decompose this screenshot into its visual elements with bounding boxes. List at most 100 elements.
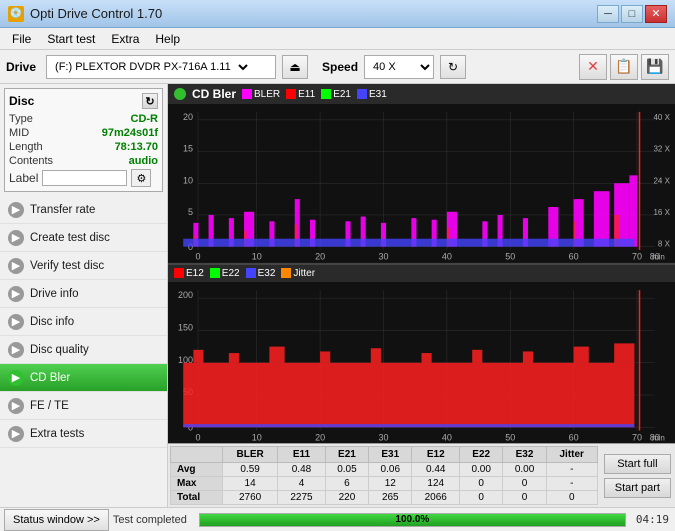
start-full-button[interactable]: Start full bbox=[604, 454, 671, 474]
svg-text:20: 20 bbox=[315, 432, 325, 442]
svg-text:0: 0 bbox=[195, 251, 200, 261]
menu-help[interactable]: Help bbox=[147, 30, 188, 48]
menu-file[interactable]: File bbox=[4, 30, 39, 48]
col-header-jitter: Jitter bbox=[546, 447, 597, 463]
stats-table: BLER E11 E21 E31 E12 E22 E32 Jitter Avg bbox=[170, 446, 598, 505]
sidebar-label-create-test-disc: Create test disc bbox=[30, 232, 110, 244]
total-e31: 265 bbox=[369, 491, 412, 505]
svg-text:16 X: 16 X bbox=[653, 208, 670, 217]
speed-label: Speed bbox=[322, 60, 358, 74]
bler-color bbox=[242, 89, 252, 99]
chart1-title: CD Bler bbox=[192, 87, 236, 101]
copy-button[interactable]: 📋 bbox=[610, 54, 638, 80]
chart1-icon bbox=[174, 88, 186, 100]
disc-length-row: Length 78:13.70 bbox=[9, 141, 158, 153]
svg-text:200: 200 bbox=[178, 290, 193, 300]
e21-color bbox=[321, 89, 331, 99]
total-jitter: 0 bbox=[546, 491, 597, 505]
e12-label: E12 bbox=[186, 268, 204, 279]
e31-color bbox=[357, 89, 367, 99]
drive-select-container[interactable]: (F:) PLEXTOR DVDR PX-716A 1.11 bbox=[46, 55, 276, 79]
disc-refresh-button[interactable]: ↻ bbox=[142, 93, 158, 109]
svg-text:40: 40 bbox=[442, 432, 452, 442]
sidebar-item-cd-bler[interactable]: ▶ CD Bler bbox=[0, 364, 167, 392]
menu-start-test[interactable]: Start test bbox=[39, 30, 103, 48]
menu-bar: File Start test Extra Help bbox=[0, 28, 675, 50]
max-label: Max bbox=[171, 477, 223, 491]
svg-text:150: 150 bbox=[178, 322, 193, 332]
drive-dropdown[interactable]: (F:) PLEXTOR DVDR PX-716A 1.11 bbox=[51, 60, 251, 74]
refresh-drive-button[interactable]: ↻ bbox=[440, 55, 466, 79]
sidebar-item-transfer-rate[interactable]: ▶ Transfer rate bbox=[0, 196, 167, 224]
chart1-svg: 0 5 10 15 20 0 10 20 30 40 50 60 70 80 bbox=[168, 104, 675, 263]
drive-bar: Drive (F:) PLEXTOR DVDR PX-716A 1.11 ⏏ S… bbox=[0, 50, 675, 84]
disc-label-input[interactable] bbox=[42, 170, 127, 186]
menu-extra[interactable]: Extra bbox=[103, 30, 147, 48]
disc-title: Disc bbox=[9, 94, 34, 108]
sidebar-item-verify-test-disc[interactable]: ▶ Verify test disc bbox=[0, 252, 167, 280]
sidebar-item-fe-te[interactable]: ▶ FE / TE bbox=[0, 392, 167, 420]
sidebar-item-create-test-disc[interactable]: ▶ Create test disc bbox=[0, 224, 167, 252]
extra-tests-icon: ▶ bbox=[8, 426, 24, 442]
disc-label-settings-button[interactable]: ⚙ bbox=[131, 169, 151, 187]
svg-text:70: 70 bbox=[632, 432, 642, 442]
app-title: Opti Drive Control 1.70 bbox=[30, 6, 162, 21]
col-header-bler: BLER bbox=[223, 447, 278, 463]
create-test-disc-icon: ▶ bbox=[8, 230, 24, 246]
max-e31: 12 bbox=[369, 477, 412, 491]
jitter-label: Jitter bbox=[293, 268, 315, 279]
sidebar: Disc ↻ Type CD-R MID 97m24s01f Length 78… bbox=[0, 84, 168, 507]
erase-button[interactable]: ✕ bbox=[579, 54, 607, 80]
sidebar-item-disc-quality[interactable]: ▶ Disc quality bbox=[0, 336, 167, 364]
speed-dropdown[interactable]: 40 X bbox=[364, 55, 434, 79]
total-e32: 0 bbox=[503, 491, 546, 505]
sidebar-item-disc-info[interactable]: ▶ Disc info bbox=[0, 308, 167, 336]
window-controls: ─ □ ✕ bbox=[597, 5, 667, 23]
drive-label: Drive bbox=[6, 60, 36, 74]
disc-label-row: Label ⚙ bbox=[9, 169, 158, 187]
e12-color bbox=[174, 268, 184, 278]
svg-text:15: 15 bbox=[183, 144, 193, 154]
disc-length-value: 78:13.70 bbox=[115, 141, 158, 153]
sidebar-item-drive-info[interactable]: ▶ Drive info bbox=[0, 280, 167, 308]
total-e12: 2066 bbox=[412, 491, 460, 505]
svg-text:5: 5 bbox=[188, 207, 193, 217]
verify-test-disc-icon: ▶ bbox=[8, 258, 24, 274]
chart2-section: E12 E22 E32 Jitter bbox=[168, 265, 675, 444]
e21-label: E21 bbox=[333, 89, 351, 100]
disc-type-value: CD-R bbox=[131, 113, 159, 125]
legend-e31: E31 bbox=[357, 89, 387, 100]
status-time: 04:19 bbox=[636, 513, 669, 526]
sidebar-label-disc-info: Disc info bbox=[30, 316, 74, 328]
svg-text:40 X: 40 X bbox=[653, 113, 670, 122]
close-button[interactable]: ✕ bbox=[645, 5, 667, 23]
minimize-button[interactable]: ─ bbox=[597, 5, 619, 23]
legend2-e22: E22 bbox=[210, 268, 240, 279]
disc-mid-value: 97m24s01f bbox=[102, 127, 158, 139]
sidebar-item-extra-tests[interactable]: ▶ Extra tests bbox=[0, 420, 167, 448]
eject-button[interactable]: ⏏ bbox=[282, 55, 308, 79]
chart1-canvas-container: 0 5 10 15 20 0 10 20 30 40 50 60 70 80 bbox=[168, 104, 675, 263]
col-header-e11: E11 bbox=[278, 447, 326, 463]
svg-text:min: min bbox=[652, 252, 665, 261]
sidebar-label-fe-te: FE / TE bbox=[30, 400, 69, 412]
title-bar: 💿 Opti Drive Control 1.70 ─ □ ✕ bbox=[0, 0, 675, 28]
main-layout: Disc ↻ Type CD-R MID 97m24s01f Length 78… bbox=[0, 84, 675, 507]
legend-bler: BLER bbox=[242, 89, 280, 100]
disc-contents-label: Contents bbox=[9, 155, 53, 167]
start-part-button[interactable]: Start part bbox=[604, 478, 671, 498]
total-label: Total bbox=[171, 491, 223, 505]
status-window-button[interactable]: Status window >> bbox=[4, 509, 109, 531]
sidebar-menu: ▶ Transfer rate ▶ Create test disc ▶ Ver… bbox=[0, 196, 167, 507]
svg-text:0: 0 bbox=[195, 432, 200, 442]
total-e11: 2275 bbox=[278, 491, 326, 505]
avg-e11: 0.48 bbox=[278, 463, 326, 477]
save-button[interactable]: 💾 bbox=[641, 54, 669, 80]
maximize-button[interactable]: □ bbox=[621, 5, 643, 23]
svg-text:24 X: 24 X bbox=[653, 176, 670, 185]
disc-length-label: Length bbox=[9, 141, 43, 153]
transfer-rate-icon: ▶ bbox=[8, 202, 24, 218]
fe-te-icon: ▶ bbox=[8, 398, 24, 414]
col-header-e21: E21 bbox=[325, 447, 368, 463]
total-e22: 0 bbox=[460, 491, 503, 505]
